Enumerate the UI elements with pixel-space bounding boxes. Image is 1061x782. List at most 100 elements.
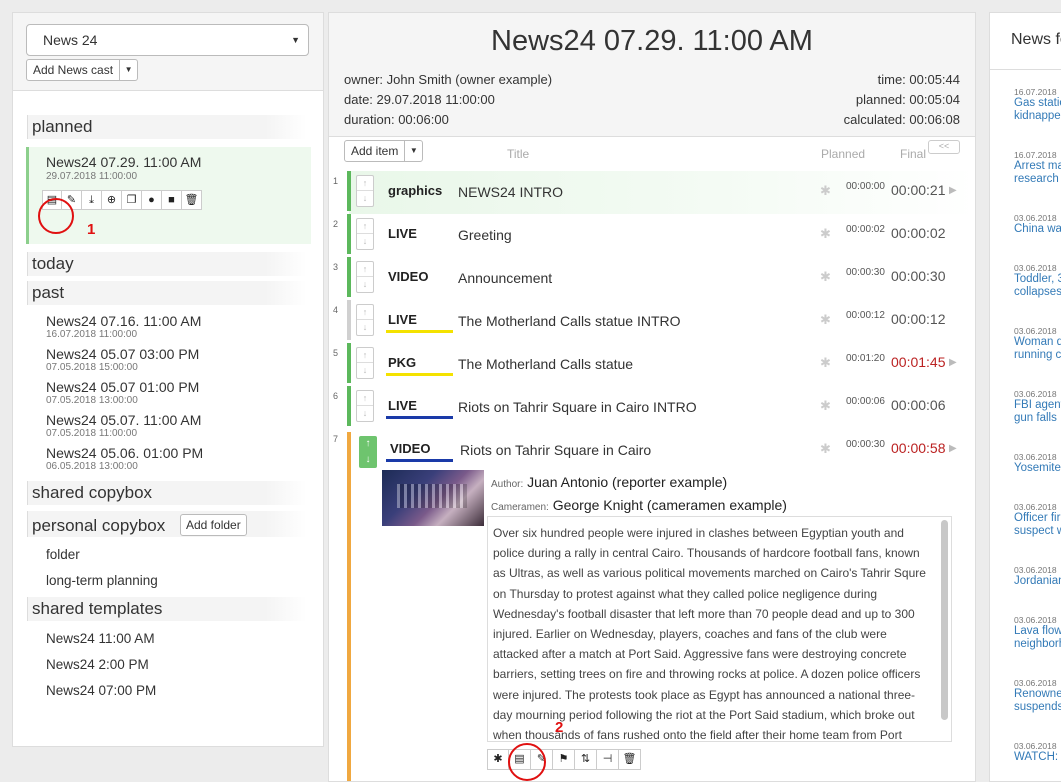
story-scrollbar[interactable] <box>941 520 948 720</box>
copybox-folder-item[interactable]: folder <box>46 547 323 562</box>
template-item[interactable]: News24 2:00 PM <box>46 657 323 672</box>
news-feed-item[interactable]: 03.06.2018 Jordanian <box>1014 565 1061 588</box>
news-item-title-line1[interactable]: Gas station <box>1014 97 1061 110</box>
trash-icon[interactable]: 🗑 <box>182 190 202 210</box>
rundown-row[interactable]: 3 ↑ ↓ VIDEO Announcement ✱ 00:00:30 00:00:30 <box>329 257 975 300</box>
arrow-down-icon[interactable]: ↓ <box>357 406 373 421</box>
gear-icon[interactable]: ✱ <box>820 226 831 242</box>
news-item-title-line2[interactable]: research <box>1014 173 1061 186</box>
piggy-bank-icon[interactable]: ● <box>142 190 162 210</box>
section-shared-copybox[interactable]: shared copybox <box>27 481 307 505</box>
add-newscast-button[interactable]: Add News cast ▼ <box>26 59 139 81</box>
news-feed-item[interactable]: 03.06.2018 Lava flow neighborh <box>1014 615 1061 651</box>
arrow-up-icon[interactable]: ↑ <box>357 391 373 406</box>
gear-icon[interactable]: ✱ <box>820 183 831 199</box>
gear-icon[interactable]: ✱ <box>820 269 831 285</box>
news-item-title-line1[interactable]: Yosemite <box>1014 462 1061 475</box>
news-feed-item[interactable]: 16.07.2018Arrest maderesearch <box>1014 150 1061 186</box>
news-item-title-line1[interactable]: WATCH: <box>1014 751 1061 764</box>
news-item-title-line2[interactable]: neighborh <box>1014 638 1061 651</box>
rundown-row[interactable]: 2 ↑ ↓ LIVE Greeting ✱ 00:00:02 00:00:02 <box>329 214 975 257</box>
news-item-title-line2[interactable]: suspends <box>1014 701 1061 714</box>
chevron-down-icon[interactable]: ▼ <box>404 141 422 161</box>
section-past[interactable]: past <box>27 281 307 305</box>
download-icon[interactable]: ⤓ <box>82 190 102 210</box>
chevron-down-icon[interactable]: ▼ <box>119 60 137 80</box>
lock-icon[interactable]: ■ <box>162 190 182 210</box>
add-folder-button[interactable]: Add folder <box>180 514 247 536</box>
gear-icon[interactable]: ✱ <box>820 312 831 328</box>
row-title[interactable]: Riots on Tahrir Square in Cairo INTRO <box>458 399 697 415</box>
copy-icon[interactable]: ❐ <box>122 190 142 210</box>
gear-icon[interactable]: ✱ <box>820 355 831 371</box>
arrow-up-icon[interactable]: ↑ <box>357 305 373 320</box>
news-feed-item[interactable]: 03.06.2018 Toddler, 3 collapses <box>1014 263 1061 299</box>
arrow-up-icon[interactable]: ↑ <box>357 262 373 277</box>
arrow-up-icon[interactable]: ↑ <box>357 348 373 363</box>
row-move-arrows[interactable]: ↑ ↓ <box>356 390 374 422</box>
row-title[interactable]: Greeting <box>458 227 512 243</box>
play-icon[interactable]: ▶ <box>949 185 957 196</box>
row-move-arrows[interactable]: ↑ ↓ <box>356 218 374 250</box>
sort-icon[interactable]: ⇅ <box>575 749 597 770</box>
gear-icon[interactable]: ✱ <box>820 398 831 414</box>
insert-icon[interactable]: ⊣ <box>597 749 619 770</box>
collapse-button[interactable]: << <box>928 140 960 154</box>
arrow-down-icon[interactable]: ↓ <box>359 452 377 468</box>
arrow-up-icon[interactable]: ↑ <box>359 436 377 452</box>
row-move-arrows[interactable]: ↑ ↓ <box>356 347 374 379</box>
arrow-down-icon[interactable]: ↓ <box>357 363 373 378</box>
news-item-title-line1[interactable]: Lava flow <box>1014 625 1061 638</box>
news-item-title-line1[interactable]: Woman d <box>1014 336 1061 349</box>
row-title[interactable]: NEWS24 INTRO <box>458 184 563 200</box>
news-item-title-line1[interactable]: Jordanian <box>1014 575 1061 588</box>
section-personal-copybox[interactable]: personal copybox Add folder <box>27 511 307 537</box>
news-feed-item[interactable]: 16.07.2018Gas stationkidnapped <box>1014 87 1061 123</box>
news-item-title-line2[interactable]: kidnapped <box>1014 110 1061 123</box>
news-item-title-line2[interactable]: running c <box>1014 349 1061 362</box>
past-newscast-item[interactable]: News24 05.06. 01:00 PM 06.05.2018 13:00:0… <box>46 445 323 472</box>
past-newscast-item[interactable]: News24 05.07. 11:00 AM 07.05.2018 11:00:0… <box>46 412 323 439</box>
row-move-arrows[interactable]: ↑ ↓ <box>356 175 374 207</box>
news-feed-item[interactable]: 03.06.2018 China wa <box>1014 213 1061 236</box>
row-move-arrows-active[interactable]: ↑ ↓ <box>359 436 377 468</box>
news-feed-item[interactable]: 03.06.2018 Woman d running c <box>1014 326 1061 362</box>
news-item-title-line2[interactable]: suspect w <box>1014 525 1061 538</box>
planned-newscast-item[interactable]: News24 07.29. 11:00 AM 29.07.2018 11:00:… <box>26 147 311 244</box>
arrow-up-icon[interactable]: ↑ <box>357 219 373 234</box>
flag-icon[interactable]: ⚑ <box>553 749 575 770</box>
video-thumbnail[interactable] <box>382 470 484 526</box>
row-move-arrows[interactable]: ↑ ↓ <box>356 304 374 336</box>
rundown-row[interactable]: 1 ↑ ↓ graphics NEWS24 INTRO ✱ 00:00:00 00:00:21… <box>329 171 975 214</box>
arrow-down-icon[interactable]: ↓ <box>357 191 373 206</box>
row-move-arrows[interactable]: ↑ ↓ <box>356 261 374 293</box>
story-text-area[interactable]: Over six hundred people were injured in … <box>487 516 952 742</box>
arrow-up-icon[interactable]: ↑ <box>357 176 373 191</box>
past-newscast-item[interactable]: News24 05.07 03:00 PM 07.05.2018 15:00:00 <box>46 346 323 373</box>
news-feed-item[interactable]: 03.06.2018 WATCH: <box>1014 741 1061 764</box>
row-title[interactable]: The Motherland Calls statue INTRO <box>458 313 681 329</box>
arrow-down-icon[interactable]: ↓ <box>357 320 373 335</box>
news-item-title-line2[interactable]: collapses <box>1014 286 1061 299</box>
play-icon[interactable]: ▶ <box>949 357 957 368</box>
arrow-down-icon[interactable]: ↓ <box>357 234 373 249</box>
past-newscast-item[interactable]: News24 05.07 01:00 PM 07.05.2018 13:00:00 <box>46 379 323 406</box>
row-title[interactable]: Announcement <box>458 270 552 286</box>
section-planned[interactable]: planned <box>27 115 307 139</box>
news-item-title-line1[interactable]: Toddler, 3 <box>1014 273 1061 286</box>
arrow-down-icon[interactable]: ↓ <box>357 277 373 292</box>
newscast-selector[interactable]: News 24 ▼ <box>26 24 309 56</box>
section-shared-templates[interactable]: shared templates <box>27 597 307 621</box>
section-today[interactable]: today <box>27 252 307 276</box>
past-newscast-item[interactable]: News24 07.16. 11:00 AM 16.07.2018 11:00:0… <box>46 313 323 340</box>
news-feed-item[interactable]: 03.06.2018 FBI agent gun falls <box>1014 389 1061 425</box>
rundown-row[interactable]: 5 ↑ ↓ PKG The Motherland Calls statue ✱ 00:01:… <box>329 343 975 386</box>
row-title[interactable]: The Motherland Calls statue <box>458 356 633 372</box>
news-feed-item[interactable]: 03.06.2018 Yosemite <box>1014 452 1061 475</box>
news-feed-item[interactable]: 03.06.2018 Officer fir suspect w <box>1014 502 1061 538</box>
template-item[interactable]: News24 07:00 PM <box>46 683 323 698</box>
trash-icon[interactable]: 🗑 <box>619 749 641 770</box>
upload-icon[interactable]: ⊕ <box>102 190 122 210</box>
copybox-folder-item[interactable]: long-term planning <box>46 573 323 588</box>
news-item-title-line1[interactable]: China wa <box>1014 223 1061 236</box>
